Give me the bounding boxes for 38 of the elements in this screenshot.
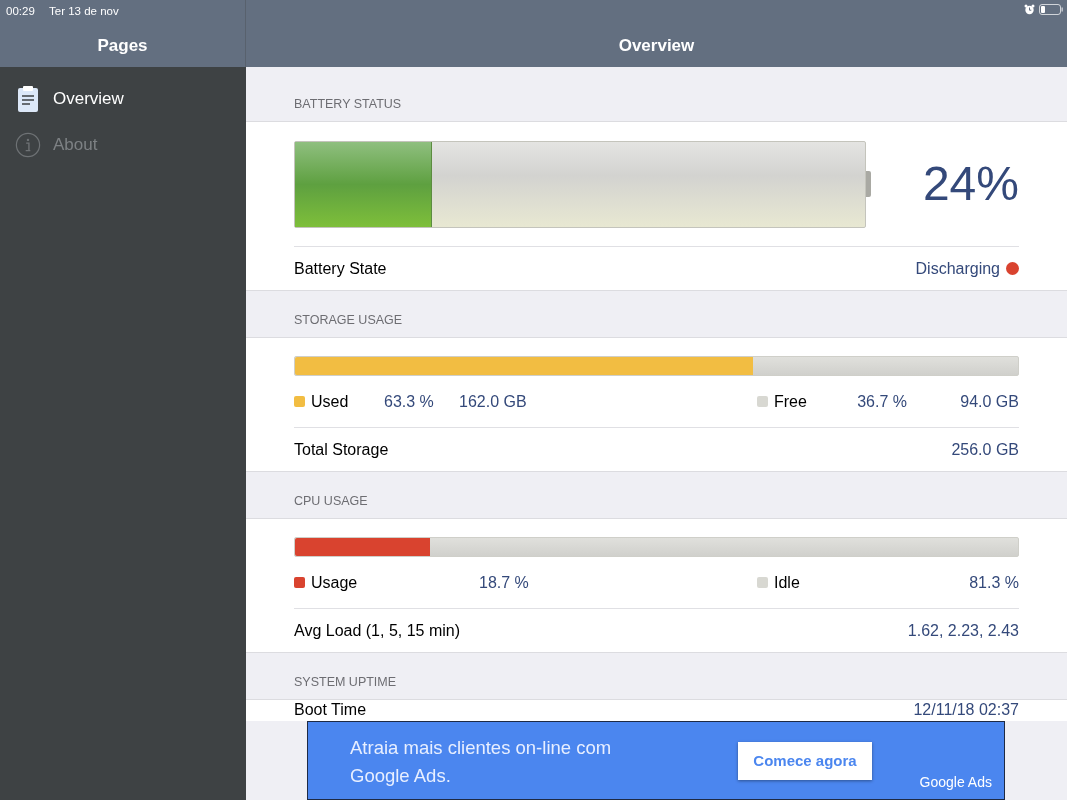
ad-text: Atraia mais clientes on-line com Google Ads.: [350, 736, 613, 788]
battery-percentage: 24%: [922, 157, 1019, 210]
legend-percent: 81.3 %: [969, 572, 1019, 593]
ad-cta-button[interactable]: Comece agora: [738, 742, 872, 780]
sidebar-item[interactable]: About: [0, 122, 246, 168]
section-header: CPU USAGE: [294, 493, 368, 511]
sidebar-item[interactable]: Overview: [0, 76, 246, 122]
battery-icon: [1039, 4, 1063, 15]
legend-percent: 18.7 %: [479, 572, 529, 593]
legend-percent: 36.7 %: [857, 391, 908, 412]
row-label: Avg Load (1, 5, 15 min): [294, 620, 461, 641]
row-value: Discharging: [915, 258, 1000, 279]
legend-label: Used: [311, 391, 349, 412]
ad-banner[interactable]: Atraia mais clientes on-line com Google Ads. Comece agora Google Ads: [307, 721, 1005, 800]
clipboard-icon: [17, 85, 39, 113]
section-header: BATTERY STATUS: [294, 96, 402, 114]
legend-label: Free: [774, 391, 807, 412]
row-value: 256.0 GB: [951, 439, 1019, 460]
alarm-icon: [1024, 4, 1035, 15]
page-title: Overview: [618, 35, 695, 57]
legend-label: Usage: [311, 572, 358, 593]
legend-percent: 63.3 %: [384, 391, 435, 412]
row-label: Total Storage: [294, 439, 389, 460]
status-time: 00:29: [6, 4, 35, 19]
row-label: Battery State: [294, 258, 387, 279]
legend-size: 162.0 GB: [459, 391, 527, 412]
row-value: 12/11/18 02:37: [913, 700, 1019, 720]
battery-terminal: [866, 171, 871, 197]
legend-label: Idle: [774, 572, 800, 593]
section-header: STORAGE USAGE: [294, 312, 403, 330]
sidebar-title: Pages: [97, 35, 148, 57]
legend-size: 94.0 GB: [960, 391, 1019, 412]
row-label: Boot Time: [294, 700, 367, 720]
info-icon: [15, 131, 41, 159]
ad-brand: Google Ads: [919, 773, 992, 792]
row-value: 1.62, 2.23, 2.43: [907, 620, 1019, 641]
status-date: Ter 13 de nov: [49, 4, 119, 19]
section-header: SYSTEM UPTIME: [294, 674, 397, 692]
